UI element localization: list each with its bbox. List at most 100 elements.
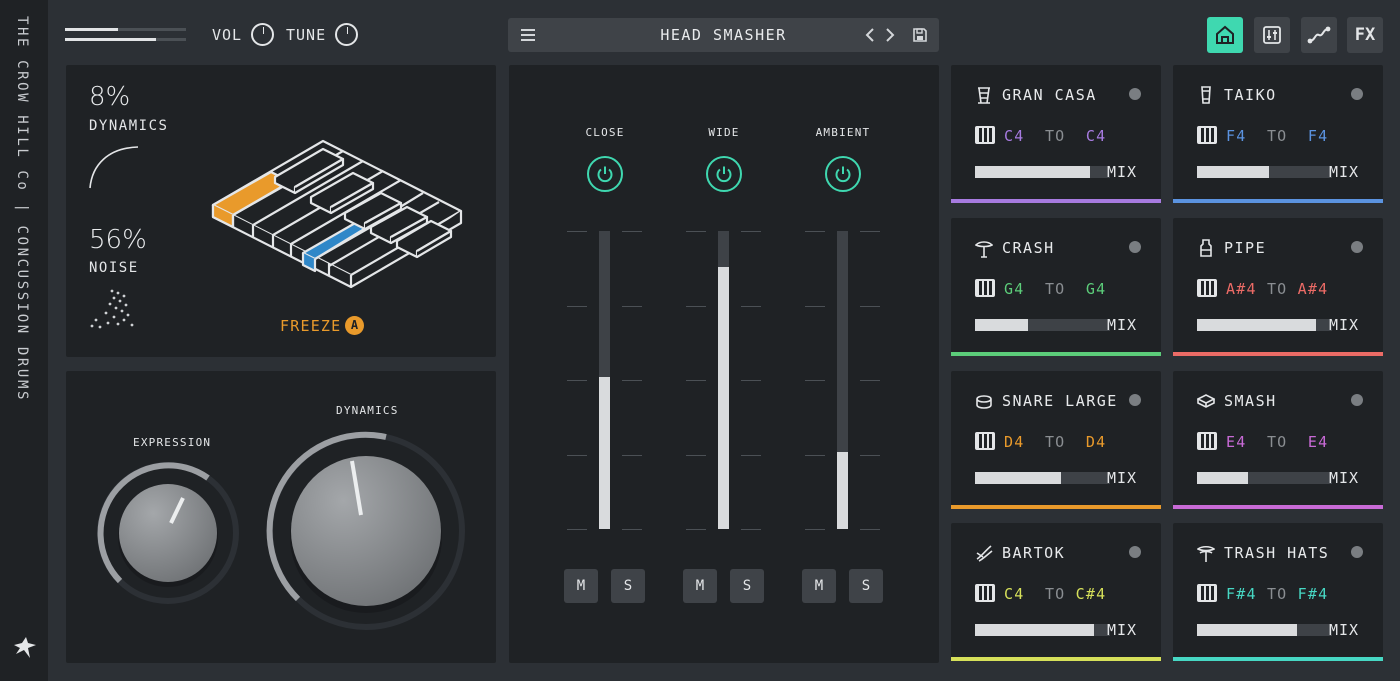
range-to[interactable]: C4 [1086,127,1106,145]
status-indicator[interactable] [1351,241,1363,253]
instrument-card-snare-large[interactable]: SNARE LARGE D4 TO D4 MIX [951,371,1161,509]
range-to-word: TO [1266,280,1288,298]
solo-button-wide[interactable]: S [730,569,764,603]
next-preset-icon[interactable] [884,28,896,42]
noise-value: 56% [89,225,147,255]
power-button-close[interactable] [587,156,623,192]
key-range[interactable]: F4 TO F4 [1226,127,1328,145]
fader-wide[interactable] [718,231,729,529]
piano-keys-icon [975,432,995,450]
freeze-label[interactable]: FREEZE [280,317,341,335]
prev-preset-icon[interactable] [864,28,876,42]
fader-tick [622,529,642,530]
mix-slider[interactable] [1197,624,1332,636]
range-to[interactable]: E4 [1308,433,1328,451]
mute-button-wide[interactable]: M [683,569,717,603]
status-indicator[interactable] [1129,546,1141,558]
mixer-button[interactable] [1254,17,1290,53]
instrument-card-crash[interactable]: CRASH G4 TO G4 MIX [951,218,1161,356]
fader-tick [741,306,761,307]
solo-button-ambient[interactable]: S [849,569,883,603]
range-to[interactable]: A#4 [1298,280,1329,298]
power-button-wide[interactable] [706,156,742,192]
fx-button[interactable]: FX [1347,17,1383,53]
color-strip [1173,505,1383,509]
fader-level [718,266,729,529]
mix-slider[interactable] [1197,472,1332,484]
fader-ambient[interactable] [837,231,848,529]
key-range[interactable]: A#4 TO A#4 [1226,280,1328,298]
piano-keys-icon [1197,126,1217,144]
range-from[interactable]: F4 [1226,127,1246,145]
key-range[interactable]: E4 TO E4 [1226,433,1328,451]
power-icon [835,166,851,183]
fader-tick [686,380,706,381]
automation-button[interactable] [1301,17,1337,53]
mix-level [1197,319,1316,331]
instrument-card-pipe[interactable]: PIPE A#4 TO A#4 MIX [1173,218,1383,356]
color-strip [1173,352,1383,356]
mix-slider[interactable] [975,472,1110,484]
key-range[interactable]: C4 TO C4 [1004,127,1106,145]
dynamics-knob[interactable] [266,431,466,631]
tune-knob[interactable] [335,23,358,46]
solo-button-close[interactable]: S [611,569,645,603]
noise-label: NOISE [89,260,139,276]
range-from[interactable]: C4 [1004,585,1024,603]
freeze-keyboard-illustration [211,139,463,293]
instrument-card-smash[interactable]: SMASH E4 TO E4 MIX [1173,371,1383,509]
fader-tick [567,529,587,530]
range-to[interactable]: F4 [1308,127,1328,145]
mute-button-close[interactable]: M [564,569,598,603]
color-strip [951,505,1161,509]
fader-level [837,451,848,529]
instrument-card-gran-casa[interactable]: GRAN CASA C4 TO C4 MIX [951,65,1161,203]
range-to[interactable]: D4 [1086,433,1106,451]
vol-knob[interactable] [251,23,274,46]
mix-slider[interactable] [975,624,1110,636]
save-icon[interactable] [912,27,928,43]
status-indicator[interactable] [1129,241,1141,253]
power-button-ambient[interactable] [825,156,861,192]
range-from[interactable]: C4 [1004,127,1024,145]
expression-knob[interactable] [96,461,241,606]
range-to[interactable]: F#4 [1298,585,1329,603]
freeze-badge[interactable]: A [345,316,364,335]
smash-icon [1197,394,1215,408]
range-from[interactable]: A#4 [1226,280,1257,298]
instrument-card-trash-hats[interactable]: TRASH HATS F#4 TO F#4 MIX [1173,523,1383,661]
range-from[interactable]: D4 [1004,433,1024,451]
key-range[interactable]: G4 TO G4 [1004,280,1106,298]
key-range[interactable]: C4 TO C#4 [1004,585,1106,603]
color-strip [1173,657,1383,661]
fader-tick [805,455,825,456]
crash-icon [975,241,993,258]
status-indicator[interactable] [1129,394,1141,406]
range-from[interactable]: F#4 [1226,585,1257,603]
home-button[interactable] [1207,17,1243,53]
knobs-panel: EXPRESSION DYNAMICS [66,371,496,663]
fader-tick [567,306,587,307]
status-indicator[interactable] [1351,546,1363,558]
mix-slider[interactable] [1197,166,1332,178]
mix-slider[interactable] [1197,319,1332,331]
mix-label: MIX [1329,163,1360,181]
dynamics-curve-icon [89,146,139,189]
status-indicator[interactable] [1351,394,1363,406]
mix-slider[interactable] [975,166,1110,178]
range-from[interactable]: G4 [1004,280,1024,298]
instrument-card-taiko[interactable]: TAIKO F4 TO F4 MIX [1173,65,1383,203]
status-indicator[interactable] [1129,88,1141,100]
status-indicator[interactable] [1351,88,1363,100]
range-from[interactable]: E4 [1226,433,1246,451]
range-to[interactable]: G4 [1086,280,1106,298]
piano-keys-icon [975,279,995,297]
mix-label: MIX [1107,621,1138,639]
instrument-card-bartok[interactable]: BARTOK C4 TO C#4 MIX [951,523,1161,661]
mix-slider[interactable] [975,319,1110,331]
range-to[interactable]: C#4 [1076,585,1107,603]
fader-close[interactable] [599,231,610,529]
key-range[interactable]: D4 TO D4 [1004,433,1106,451]
key-range[interactable]: F#4 TO F#4 [1226,585,1328,603]
mute-button-ambient[interactable]: M [802,569,836,603]
